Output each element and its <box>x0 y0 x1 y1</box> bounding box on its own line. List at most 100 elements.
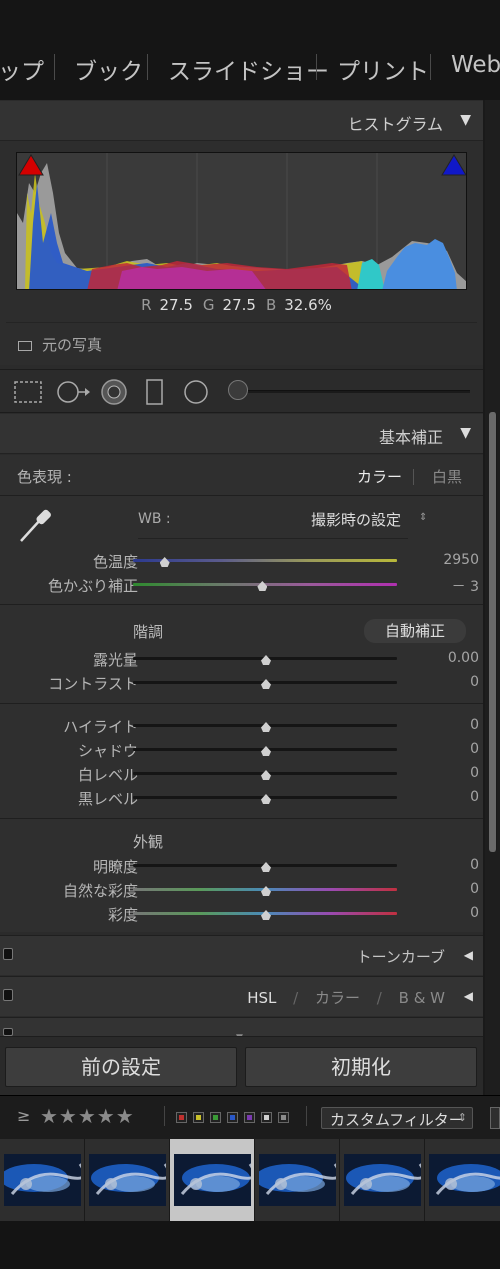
radial-filter-icon[interactable] <box>182 378 210 406</box>
module-map-tab[interactable]: ップ <box>0 52 44 86</box>
histogram-graph[interactable] <box>16 152 467 290</box>
module-separator <box>430 54 431 80</box>
expand-triangle-icon[interactable]: ◀ <box>464 989 473 1003</box>
histogram-svg <box>17 153 466 289</box>
reset-button[interactable]: 初期化 <box>245 1047 477 1087</box>
color-label-swatch[interactable] <box>176 1112 187 1123</box>
color-tab[interactable]: カラー <box>315 989 360 1007</box>
temp-value[interactable]: 2950 <box>443 552 479 568</box>
filmstrip-thumbnail[interactable] <box>340 1139 425 1221</box>
scrollbar-thumb[interactable] <box>489 412 497 852</box>
photo-thumbnail <box>344 1154 421 1206</box>
tab-separator: / <box>293 989 299 1007</box>
hsl-header[interactable]: HSL / カラー / B & W ◀ <box>0 976 483 1016</box>
shadows-value[interactable]: 0 <box>470 741 479 757</box>
color-label-swatch[interactable] <box>261 1112 272 1123</box>
presence-heading: 外観 <box>133 833 164 851</box>
dropdown-arrows-icon: ⇕ <box>457 1111 467 1124</box>
whites-label: 白レベル <box>77 766 138 784</box>
star-rating-filter[interactable]: ★★★★★ <box>40 1104 135 1128</box>
tone-curve-title: トーンカーブ <box>356 948 445 966</box>
filmstrip-thumbnail-selected[interactable] <box>170 1139 255 1221</box>
exposure-value[interactable]: 0.00 <box>448 650 479 666</box>
adjustment-brush-track[interactable] <box>236 390 470 393</box>
original-photo-toggle[interactable]: 元の写真 <box>18 334 102 355</box>
panel-switch-icon[interactable] <box>3 989 13 1001</box>
color-label-swatch[interactable] <box>278 1112 289 1123</box>
basic-header[interactable]: 基本補正 ▼ <box>0 414 483 454</box>
color-label-swatch[interactable] <box>227 1112 238 1123</box>
exposure-label: 露光量 <box>92 651 138 669</box>
rating-operator[interactable]: ≥ <box>17 1106 30 1125</box>
percent-sign: % <box>317 296 332 314</box>
divider <box>0 495 483 496</box>
filter-lock-icon[interactable] <box>490 1107 500 1129</box>
color-label-dot <box>247 1115 252 1120</box>
color-label-swatch[interactable] <box>244 1112 255 1123</box>
module-separator <box>147 54 148 80</box>
color-label-swatch[interactable] <box>210 1112 221 1123</box>
filmstrip-thumbnail[interactable] <box>425 1139 500 1221</box>
custom-filter-label: カスタムフィルター <box>330 1111 464 1129</box>
clarity-value[interactable]: 0 <box>470 857 479 873</box>
basic-title: 基本補正 <box>378 428 443 447</box>
g-label: G <box>202 296 215 314</box>
red-eye-icon[interactable] <box>99 378 129 406</box>
custom-filter-dropdown[interactable]: カスタムフィルター ⇕ <box>321 1107 473 1129</box>
color-mode-bw[interactable]: 白黒 <box>432 466 462 487</box>
bw-tab[interactable]: B & W <box>399 989 445 1007</box>
filmstrip-thumbnail[interactable] <box>85 1139 170 1221</box>
panel-switch-icon[interactable] <box>3 948 13 960</box>
crop-overlay-icon[interactable] <box>13 378 43 406</box>
auto-tone-button[interactable]: 自動補正 <box>364 619 466 643</box>
module-separator <box>54 54 55 80</box>
panel-scrollbar[interactable] <box>485 100 500 1095</box>
module-print-tab[interactable]: プリント <box>337 52 429 86</box>
tone-curve-header[interactable]: トーンカーブ ◀ <box>0 935 483 975</box>
tint-value[interactable]: － 3 <box>452 576 479 596</box>
module-separator <box>316 54 317 80</box>
eyedropper-icon[interactable] <box>15 505 57 547</box>
dropdown-arrows-icon[interactable]: ⇕ <box>419 512 427 523</box>
module-web-tab[interactable]: Web <box>451 52 500 78</box>
checkbox-icon[interactable] <box>18 340 32 351</box>
histogram-header[interactable]: ヒストグラム ▼ <box>0 101 483 141</box>
panel-switch-icon[interactable] <box>3 1028 13 1036</box>
original-photo-label: 元の写真 <box>42 336 103 354</box>
whites-value[interactable]: 0 <box>470 765 479 781</box>
expand-triangle-icon[interactable]: ◀ <box>464 948 473 962</box>
saturation-value[interactable]: 0 <box>470 905 479 921</box>
color-mode-color[interactable]: カラー <box>357 466 402 487</box>
photo-thumbnail <box>259 1154 336 1206</box>
mode-separator <box>413 469 414 485</box>
spot-removal-icon[interactable] <box>56 378 92 406</box>
photo-thumbnail <box>429 1154 500 1206</box>
collapse-triangle-icon[interactable]: ▼ <box>460 112 471 128</box>
filmstrip-thumbnail[interactable] <box>0 1139 85 1221</box>
panel-footer: 前の設定 初期化 <box>0 1036 483 1095</box>
shadows-label: シャドウ <box>77 742 138 760</box>
graduated-filter-icon[interactable] <box>145 378 165 406</box>
vibrance-value[interactable]: 0 <box>470 881 479 897</box>
color-label-swatch[interactable] <box>193 1112 204 1123</box>
contrast-value[interactable]: 0 <box>470 674 479 690</box>
divider <box>0 818 483 819</box>
highlights-value[interactable]: 0 <box>470 717 479 733</box>
module-slideshow-tab[interactable]: スライドショー <box>168 52 329 86</box>
hsl-tabs: HSL / カラー / B & W <box>247 987 445 1008</box>
histogram-title: ヒストグラム <box>347 115 443 134</box>
temp-slider[interactable] <box>133 559 397 562</box>
module-book-tab[interactable]: ブック <box>74 52 143 86</box>
wb-dropdown[interactable]: 撮影時の設定 <box>311 509 401 530</box>
adjustment-brush-icon[interactable] <box>228 380 248 400</box>
divider <box>0 604 483 605</box>
blacks-label: 黒レベル <box>77 790 138 808</box>
color-label-dot <box>264 1115 269 1120</box>
collapse-triangle-icon[interactable]: ▼ <box>460 425 471 441</box>
hsl-tab[interactable]: HSL <box>247 989 276 1007</box>
vibrance-label: 自然な彩度 <box>62 882 138 900</box>
blacks-value[interactable]: 0 <box>470 789 479 805</box>
previous-settings-button[interactable]: 前の設定 <box>5 1047 237 1087</box>
color-mode-label: 色表現 : <box>17 468 72 486</box>
filmstrip-thumbnail[interactable] <box>255 1139 340 1221</box>
